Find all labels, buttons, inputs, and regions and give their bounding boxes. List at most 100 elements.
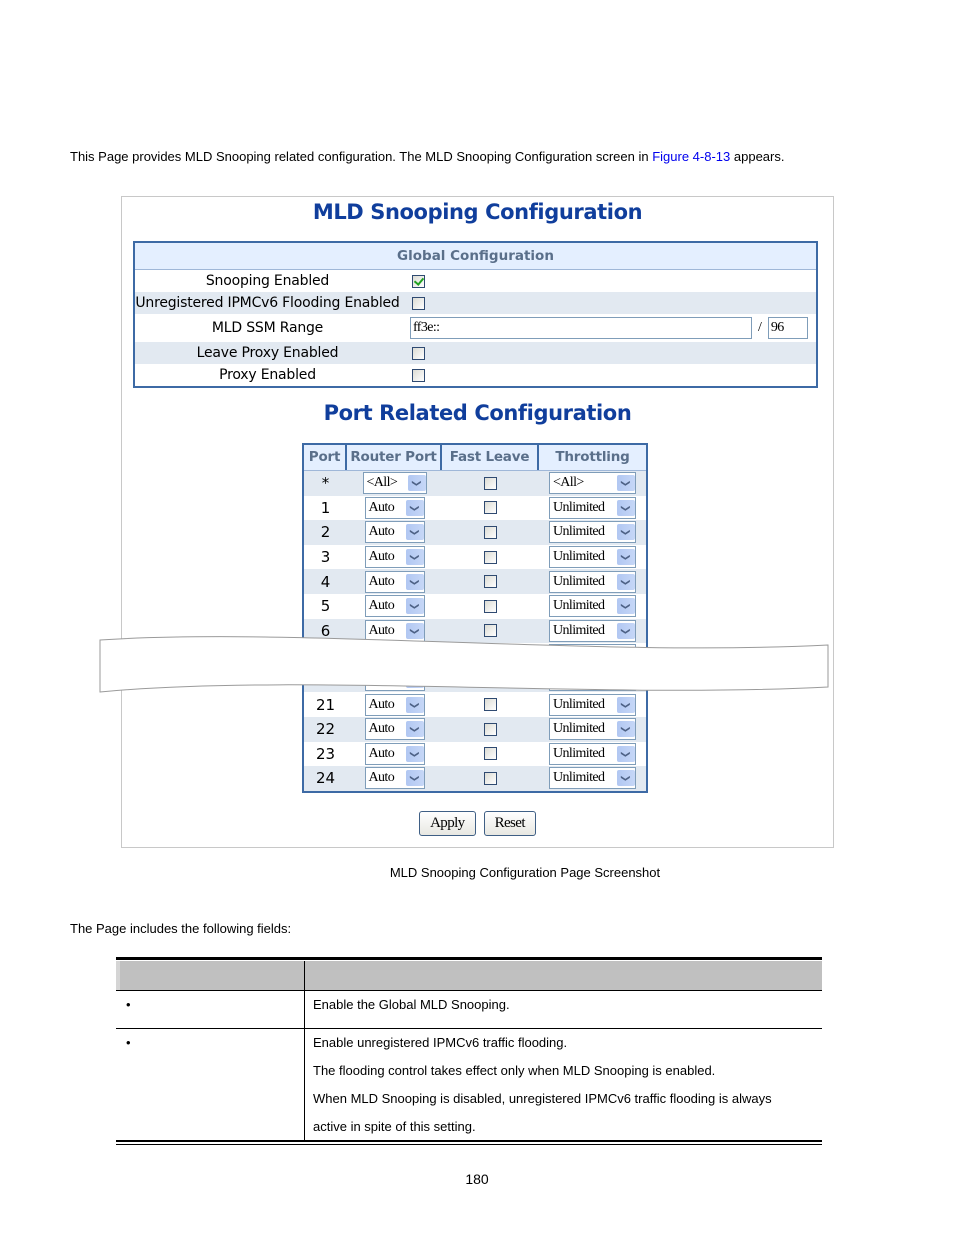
- chevron-down-icon[interactable]: ❯: [405, 524, 424, 541]
- chevron-down-icon[interactable]: ❯: [617, 770, 635, 787]
- router-port-select[interactable]: Auto ❯: [364, 767, 425, 790]
- router-port-value: Auto: [368, 573, 395, 589]
- chevron-down-icon[interactable]: ❯: [617, 499, 635, 516]
- port-number: 2: [320, 523, 331, 542]
- field-description: Enable unregistered IPMCv6 traffic flood…: [305, 1029, 822, 1140]
- chevron-down-icon[interactable]: ❯: [405, 598, 424, 615]
- fast-leave-checkbox[interactable]: [484, 771, 497, 785]
- fast-leave-checkbox[interactable]: [484, 575, 497, 589]
- ssm-range-input[interactable]: ff3e::: [410, 317, 752, 339]
- port-row: 2 Auto ❯ Unlimited ❯: [304, 520, 646, 545]
- port-number: 22: [315, 720, 336, 739]
- port-number: 5: [320, 597, 331, 616]
- fields-intro: The Page includes the following fields:: [70, 921, 292, 936]
- throttling-select[interactable]: <All> ❯: [549, 472, 636, 495]
- ssm-range-row: MLD SSM Range ff3e:: / 96: [135, 314, 816, 342]
- throttling-value: Unlimited: [553, 770, 605, 786]
- fast-leave-checkbox[interactable]: [484, 722, 497, 736]
- proxy-enabled-checkbox[interactable]: [412, 368, 425, 382]
- snooping-enabled-checkbox[interactable]: [412, 274, 425, 288]
- chevron-down-icon[interactable]: ❯: [617, 696, 635, 713]
- throttling-select[interactable]: Unlimited ❯: [549, 742, 636, 765]
- chevron-down-icon[interactable]: ❯: [405, 696, 424, 713]
- apply-button[interactable]: Apply: [419, 811, 476, 836]
- throttling-select[interactable]: Unlimited ❯: [549, 521, 636, 544]
- router-port-value: Auto: [368, 770, 395, 786]
- chevron-down-icon[interactable]: ❯: [405, 745, 424, 762]
- port-row: 3 Auto ❯ Unlimited ❯: [304, 545, 646, 570]
- chevron-down-icon[interactable]: ❯: [405, 770, 424, 787]
- unregistered-flooding-checkbox[interactable]: [412, 296, 425, 310]
- chevron-down-icon[interactable]: ❯: [407, 475, 426, 492]
- chevron-down-icon[interactable]: ❯: [617, 745, 635, 762]
- throttling-select[interactable]: Unlimited ❯: [549, 595, 636, 618]
- throttling-select[interactable]: Unlimited ❯: [549, 767, 636, 790]
- router-port-select[interactable]: Auto ❯: [364, 546, 425, 569]
- fast-leave-checkbox[interactable]: [484, 525, 497, 539]
- chevron-down-icon[interactable]: ❯: [405, 499, 424, 516]
- reset-button[interactable]: Reset: [483, 811, 536, 836]
- port-table-header: Port Router Port Fast Leave Throttling: [304, 445, 646, 471]
- port-number: 4: [320, 572, 331, 591]
- fast-leave-checkbox[interactable]: [484, 501, 497, 515]
- throttling-select[interactable]: Unlimited ❯: [549, 570, 636, 593]
- router-port-select[interactable]: Auto ❯: [364, 595, 425, 618]
- throttling-select[interactable]: Unlimited ❯: [549, 496, 636, 519]
- proxy-enabled-row: Proxy Enabled: [135, 364, 816, 386]
- router-port-select[interactable]: <All> ❯: [362, 472, 427, 495]
- chevron-down-icon[interactable]: ❯: [617, 475, 635, 492]
- page-number: 180: [465, 1171, 489, 1187]
- port-row: * <All> ❯ <All> ❯: [304, 471, 646, 496]
- proxy-enabled-label: Proxy Enabled: [219, 367, 316, 383]
- fast-leave-checkbox[interactable]: [484, 550, 497, 564]
- ssm-prefix-length-input[interactable]: 96: [767, 317, 808, 339]
- fast-leave-checkbox[interactable]: [484, 747, 497, 761]
- throttling-value: Unlimited: [553, 573, 605, 589]
- chevron-down-icon[interactable]: ❯: [617, 721, 635, 738]
- field-description: Enable the Global MLD Snooping.: [305, 991, 822, 1028]
- header-router-port: Router Port: [347, 445, 442, 470]
- chevron-down-icon[interactable]: ❯: [405, 721, 424, 738]
- chevron-down-icon[interactable]: ❯: [617, 598, 635, 615]
- throttling-value: Unlimited: [553, 549, 605, 565]
- description-line: When MLD Snooping is disabled, unregiste…: [313, 1091, 772, 1106]
- chevron-down-icon[interactable]: ❯: [405, 573, 424, 590]
- port-number: 21: [315, 695, 336, 714]
- figure-link[interactable]: Figure 4-8-13: [652, 149, 730, 164]
- router-port-select[interactable]: Auto ❯: [364, 742, 425, 765]
- router-port-select[interactable]: Auto ❯: [364, 718, 425, 741]
- router-port-select[interactable]: Auto ❯: [364, 496, 425, 519]
- throttling-select[interactable]: Unlimited ❯: [549, 546, 636, 569]
- header-fast-leave: Fast Leave: [442, 445, 539, 470]
- screenshot-frame: MLD Snooping Configuration Global Config…: [99, 196, 834, 848]
- leave-proxy-label: Leave Proxy Enabled: [196, 345, 339, 361]
- port-row: 4 Auto ❯ Unlimited ❯: [304, 569, 646, 594]
- description-line: The flooding control takes effect only w…: [313, 1063, 716, 1078]
- page-title: MLD Snooping Configuration: [312, 200, 643, 224]
- router-port-select[interactable]: Auto ❯: [364, 570, 425, 593]
- chevron-down-icon[interactable]: ❯: [617, 549, 635, 566]
- throttling-select[interactable]: Unlimited ❯: [549, 718, 636, 741]
- router-port-value: Auto: [368, 696, 395, 712]
- leave-proxy-checkbox[interactable]: [412, 346, 425, 360]
- router-port-select[interactable]: Auto ❯: [364, 521, 425, 544]
- throttling-value: Unlimited: [553, 696, 605, 712]
- port-configuration-table: Port Router Port Fast Leave Throttling *…: [302, 443, 648, 793]
- port-row: 22 Auto ❯ Unlimited ❯: [304, 716, 646, 742]
- field-bullet: •: [116, 1029, 305, 1140]
- fast-leave-checkbox[interactable]: [484, 476, 497, 490]
- ssm-range-label: MLD SSM Range: [211, 320, 324, 336]
- chevron-down-icon[interactable]: ❯: [617, 573, 635, 590]
- header-port: Port: [304, 445, 347, 470]
- router-port-value: Auto: [368, 745, 395, 761]
- chevron-down-icon[interactable]: ❯: [405, 549, 424, 566]
- router-port-value: Auto: [368, 598, 395, 614]
- chevron-down-icon[interactable]: ❯: [617, 524, 635, 541]
- port-number: 3: [320, 548, 331, 567]
- port-row: 5 Auto ❯ Unlimited ❯: [304, 594, 646, 619]
- fast-leave-checkbox[interactable]: [484, 698, 497, 712]
- fast-leave-checkbox[interactable]: [484, 599, 497, 613]
- field-row: • Enable the Global MLD Snooping.: [116, 990, 822, 1028]
- unregistered-flooding-row: Unregistered IPMCv6 Flooding Enabled: [135, 292, 816, 314]
- snooping-enabled-label: Snooping Enabled: [205, 273, 330, 289]
